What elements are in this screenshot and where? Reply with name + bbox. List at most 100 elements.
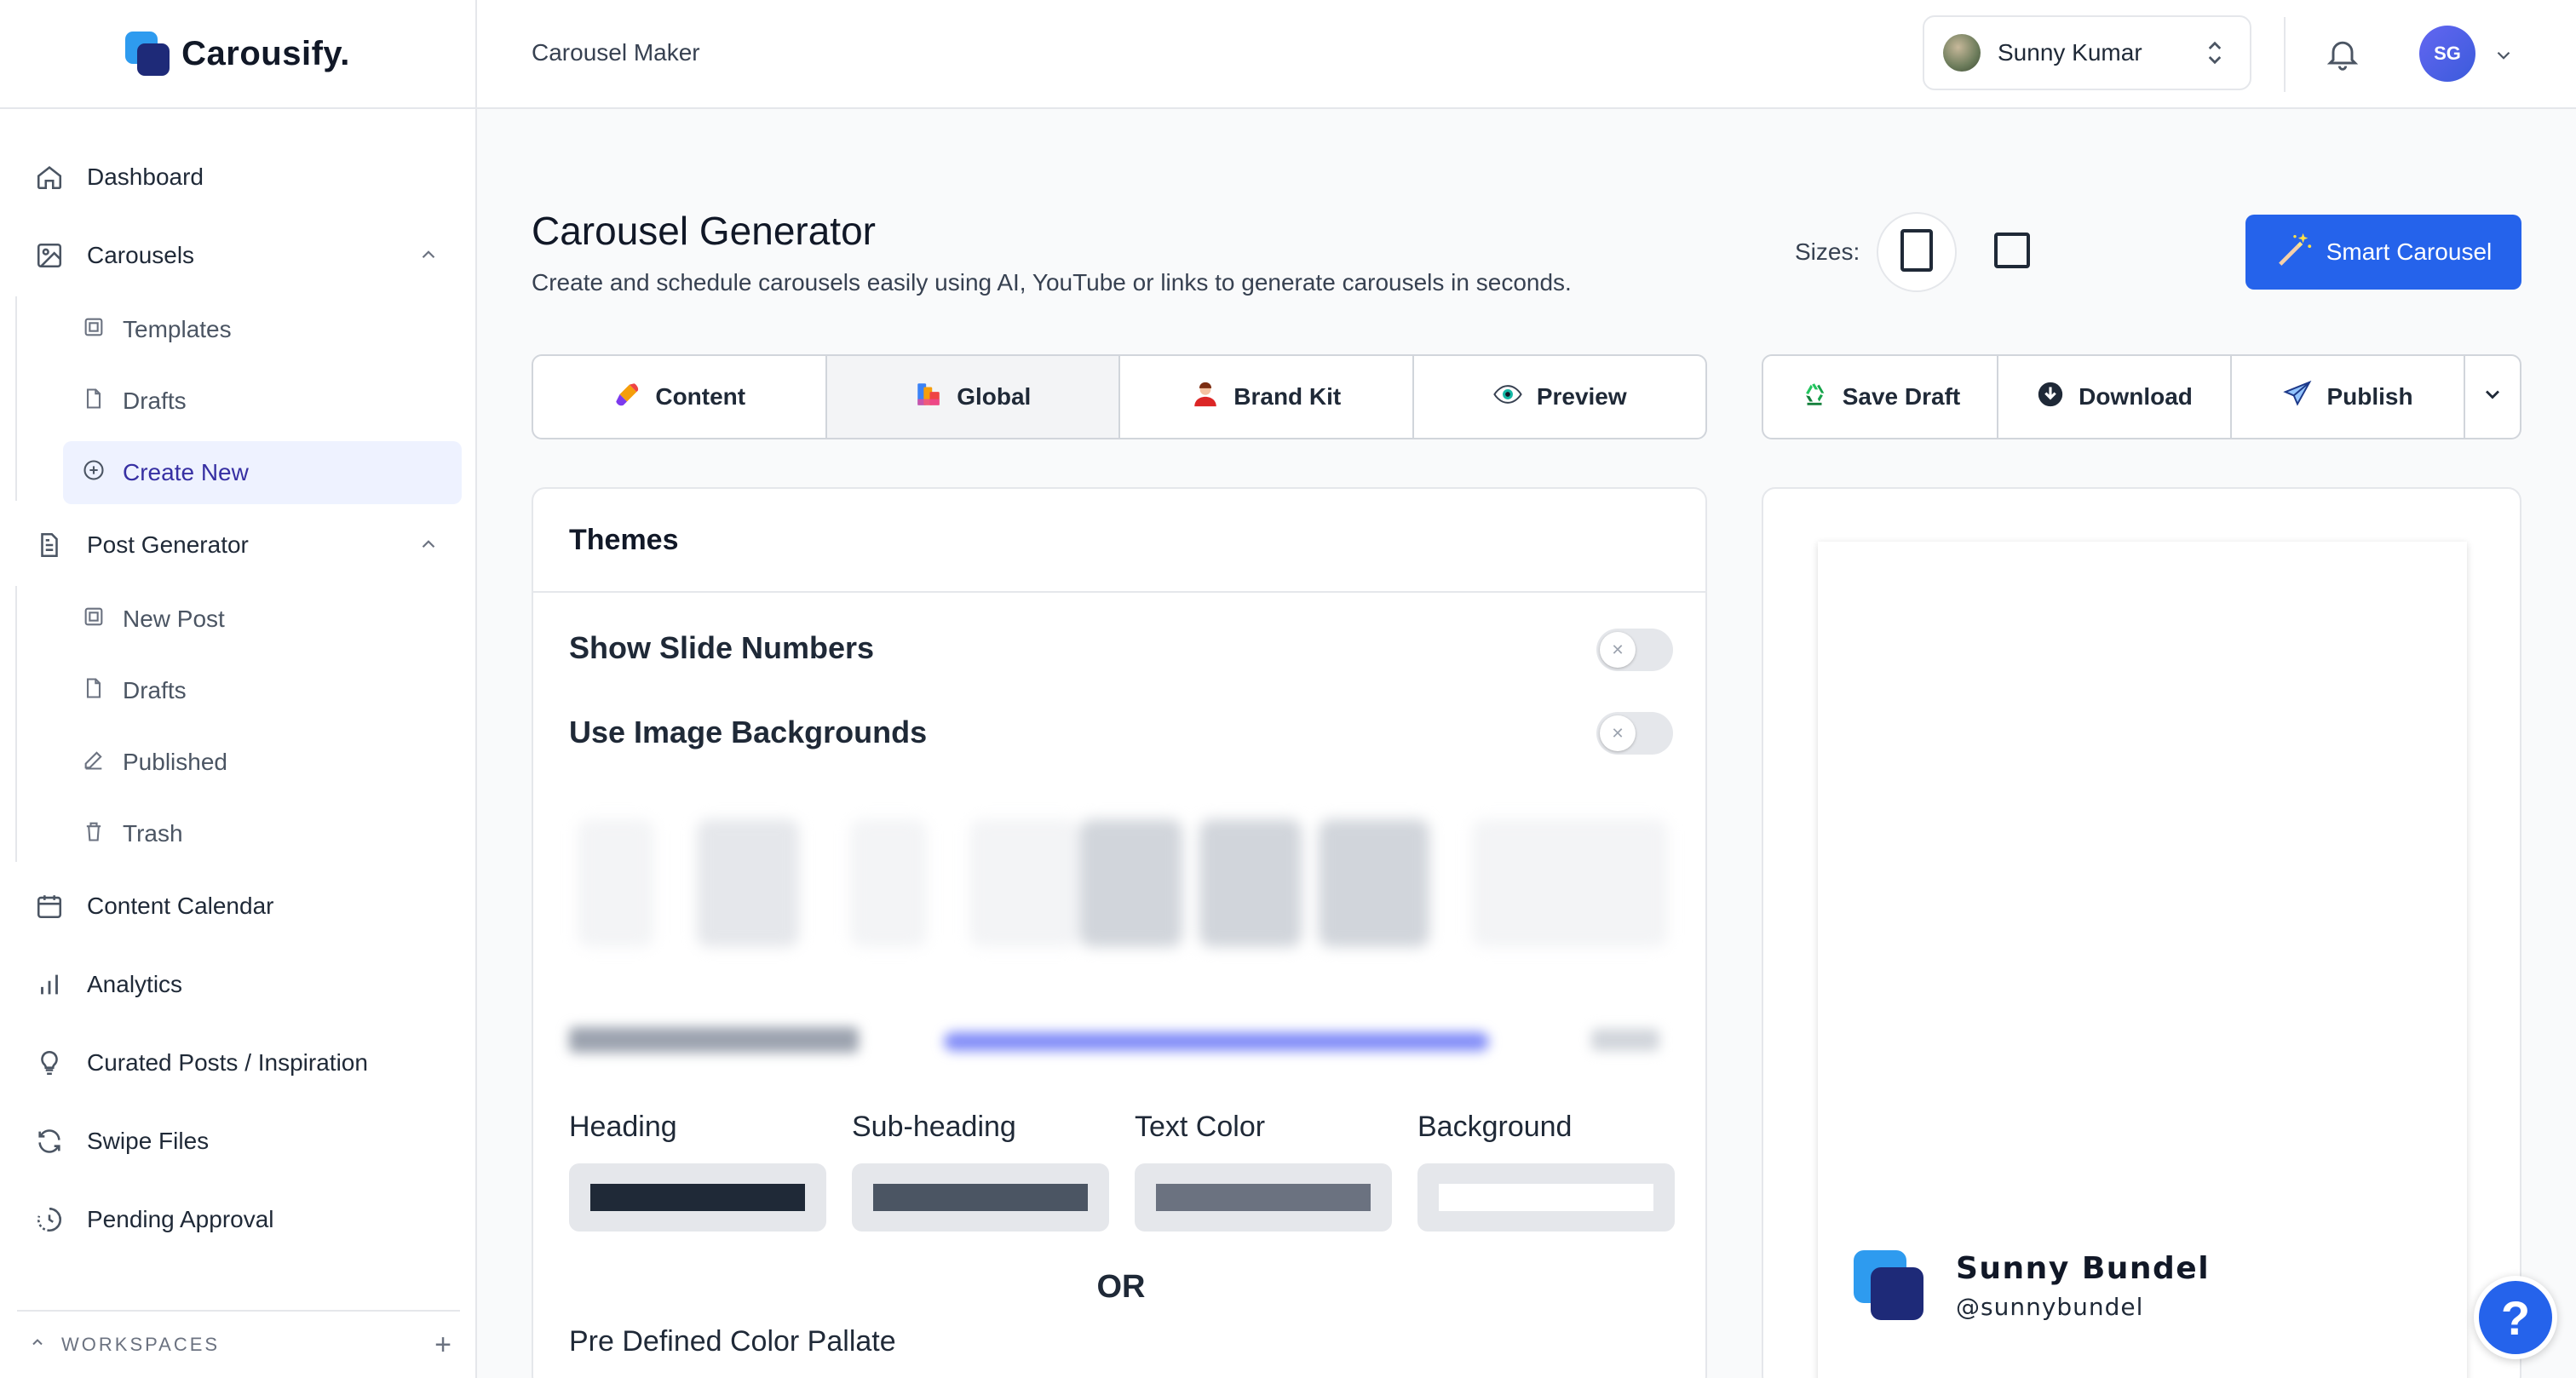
save-draft-button[interactable]: Save Draft [1763,356,1998,438]
refresh-icon [32,1124,66,1158]
sidebar-item-swipe-files[interactable]: Swipe Files [17,1111,460,1172]
account-switcher[interactable]: Sunny Kumar [1923,15,2251,90]
template-icon [82,315,106,345]
user-avatar[interactable]: SG [2419,26,2475,82]
download-label: Download [2079,383,2193,410]
publish-options-button[interactable] [2465,356,2520,438]
use-image-backgrounds-toggle[interactable]: ✕ [1596,712,1673,755]
text-color-swatch [1156,1184,1371,1211]
sidebar: Carousify. Dashboard Carousels Templates… [0,0,477,1378]
calendar-icon [32,889,66,923]
brand-logo-icon [125,32,170,76]
sidebar-item-trash[interactable]: Trash [63,802,462,865]
sidebar-item-label: New Post [123,606,225,632]
sidebar-item-carousel-drafts[interactable]: Drafts [63,370,462,433]
preview-panel: Sunny Bundel @sunnybundel [1762,487,2521,1378]
sidebar-item-post-generator[interactable]: Post Generator [17,514,460,576]
brand[interactable]: Carousify. [0,0,475,109]
chevron-up-icon[interactable] [417,533,440,561]
sidebar-item-dashboard[interactable]: Dashboard [17,146,460,208]
sidebar-item-published[interactable]: Published [63,731,462,794]
sidebar-item-pending-approval[interactable]: Pending Approval [17,1189,460,1250]
chevron-down-icon[interactable] [2493,44,2515,71]
sidebar-item-carousels[interactable]: Carousels [17,225,460,286]
tab-global[interactable]: Global [826,356,1120,438]
tab-label: Preview [1536,383,1627,410]
portrait-icon [1900,228,1934,277]
chevron-down-icon [2481,382,2504,412]
sizes-label: Sizes: [1795,238,1860,265]
brand-logo-icon [1854,1250,1925,1322]
bar-chart-icon [32,967,66,1002]
brush-icon [612,380,641,415]
heading-color-picker[interactable] [569,1163,826,1232]
text-color-label: Text Color [1135,1111,1266,1143]
sidebar-item-label: Trash [123,820,183,847]
sidebar-item-new-post[interactable]: New Post [63,588,462,651]
chevron-up-down-icon [2202,37,2228,74]
bell-icon[interactable] [2324,34,2361,78]
or-divider: OR [1096,1269,1146,1305]
header-divider [2284,17,2286,92]
subheading-color-label: Sub-heading [852,1111,1016,1143]
sidebar-item-label: Drafts [123,388,187,414]
publish-button[interactable]: Publish [2232,356,2465,438]
tab-preview[interactable]: Preview [1414,356,1706,438]
sidebar-item-templates[interactable]: Templates [63,298,462,361]
text-color-picker[interactable] [1135,1163,1392,1232]
paper-plane-icon [2282,380,2313,415]
account-avatar [1943,34,1981,72]
sidebar-item-analytics[interactable]: Analytics [17,954,460,1015]
tab-content[interactable]: Content [533,356,827,438]
size-square-button[interactable] [1972,212,2052,292]
help-button[interactable]: ? [2474,1276,2557,1359]
recycle-icon [1800,380,1829,415]
person-icon [1191,380,1220,415]
publish-label: Publish [2326,383,2413,410]
sidebar-item-post-drafts[interactable]: Drafts [63,659,462,722]
sidebar-item-label: Published [123,749,227,775]
workspaces-label: WORKSPACES [61,1334,221,1355]
background-color-picker[interactable] [1417,1163,1675,1232]
sidebar-item-label: Carousels [87,242,195,268]
heading-color-swatch [590,1184,805,1211]
file-text-icon [32,528,66,562]
top-header: Carousel Maker Sunny Kumar SG [477,0,2576,109]
background-color-label: Background [1417,1111,1573,1143]
home-icon [32,160,66,194]
smart-carousel-label: Smart Carousel [2326,238,2493,265]
sidebar-item-label: Analytics [87,971,183,997]
add-workspace-icon[interactable]: + [434,1329,451,1362]
submenu-line [15,586,17,862]
workspaces-section[interactable]: WORKSPACES + [17,1310,460,1378]
smart-carousel-button[interactable]: Smart Carousel [2245,215,2521,290]
chevron-up-icon[interactable] [417,244,440,272]
template-icon [82,605,106,634]
show-slide-numbers-toggle[interactable]: ✕ [1596,629,1673,671]
size-portrait-button[interactable] [1877,212,1957,292]
sidebar-item-label: Create New [123,459,249,485]
image-icon [32,238,66,273]
chevron-up-icon[interactable] [29,1334,46,1356]
toggle-off-icon: ✕ [1600,715,1636,751]
sidebar-item-label: Post Generator [87,531,249,558]
document-icon [82,676,106,706]
show-slide-numbers-label: Show Slide Numbers [569,630,875,665]
slide-preview[interactable]: Sunny Bundel @sunnybundel [1818,542,2467,1378]
sidebar-item-curated[interactable]: Curated Posts / Inspiration [17,1032,460,1094]
save-draft-label: Save Draft [1842,383,1961,410]
tab-brand-kit[interactable]: Brand Kit [1120,356,1414,438]
sidebar-item-label: Drafts [123,677,187,703]
slide-author-handle: @sunnybundel [1956,1293,2144,1321]
sidebar-item-content-calendar[interactable]: Content Calendar [17,876,460,937]
use-image-backgrounds-label: Use Image Backgrounds [569,715,928,749]
sidebar-item-create-new[interactable]: Create New [63,441,462,504]
square-icon [1993,232,2031,273]
download-button[interactable]: Download [1998,356,2232,438]
sidebar-item-label: Content Calendar [87,893,274,919]
subheading-color-picker[interactable] [852,1163,1109,1232]
themes-panel: Themes Show Slide Numbers ✕ Use Image Ba… [532,487,1707,1378]
sidebar-item-label: Dashboard [87,164,204,190]
lightbulb-icon [32,1046,66,1080]
pencil-icon [82,748,106,778]
